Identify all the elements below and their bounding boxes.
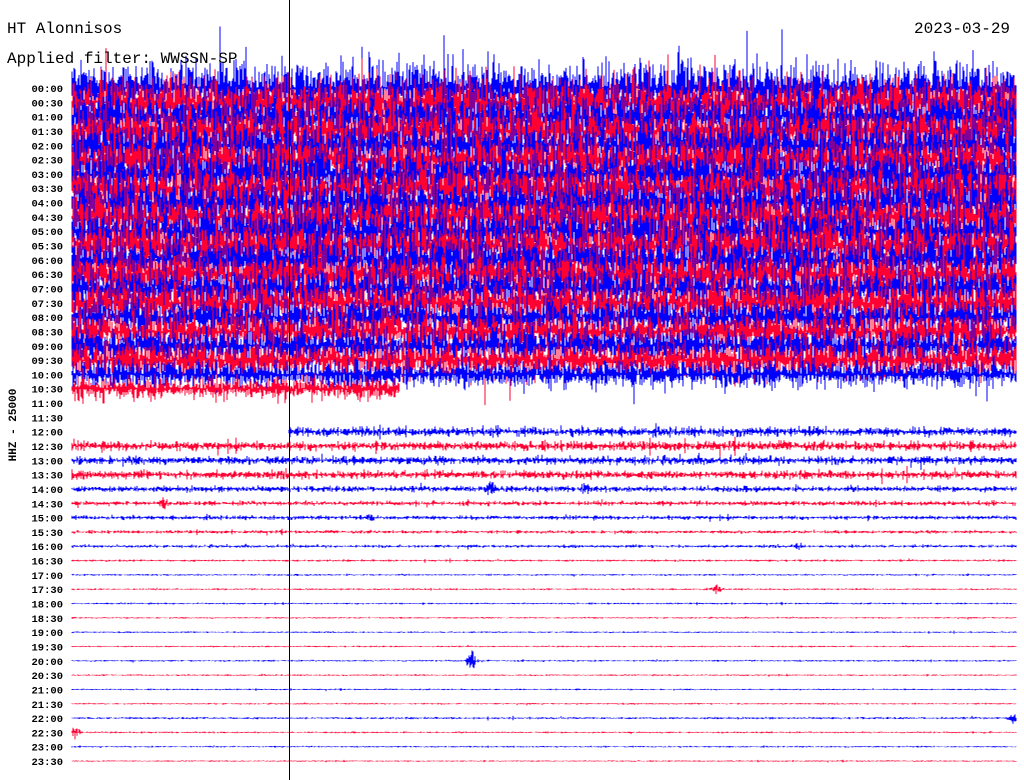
row-label: 22:30 <box>31 728 63 740</box>
trace-2100 <box>71 688 1017 692</box>
trace-2030 <box>71 673 1017 677</box>
row-label: 21:30 <box>31 700 63 712</box>
row-label: 02:00 <box>31 141 63 153</box>
trace-1500 <box>71 513 1017 522</box>
row-label: 04:00 <box>31 199 63 211</box>
row-label: 01:00 <box>31 113 63 125</box>
row-label: 01:30 <box>31 127 63 139</box>
row-label: 16:30 <box>31 557 63 569</box>
trace-1830 <box>71 616 1017 620</box>
row-label: 22:00 <box>31 714 63 726</box>
trace-1430 <box>71 497 1017 510</box>
filter-label: Applied filter: WWSSN-SP <box>7 50 238 68</box>
row-label: 15:00 <box>31 514 63 526</box>
row-label: 12:30 <box>31 442 63 454</box>
row-label: 20:30 <box>31 671 63 683</box>
channel-label: HHZ - 25000 <box>8 389 20 462</box>
trace-2130 <box>71 702 1017 706</box>
trace-1400 <box>71 481 1017 496</box>
row-label: 17:30 <box>31 585 63 597</box>
row-label: 20:00 <box>31 657 63 669</box>
row-label: 03:00 <box>31 170 63 182</box>
row-label: 06:00 <box>31 256 63 268</box>
date-label: 2023-03-29 <box>914 20 1011 38</box>
row-label: 12:00 <box>31 428 63 440</box>
trace-1600 <box>71 542 1017 550</box>
trace-1930 <box>71 644 1017 648</box>
trace-2200 <box>71 714 1017 724</box>
helicorder-plot: 00:00 00:30 01:00 01:30 02:00 02:30 03:00 03:30… <box>8 0 1017 780</box>
trace-2330 <box>71 759 1017 763</box>
row-label: 04:30 <box>31 213 63 225</box>
row-label: 18:30 <box>31 614 63 626</box>
row-label: 07:00 <box>31 284 63 296</box>
row-label: 00:00 <box>31 84 63 96</box>
row-label: 14:30 <box>31 499 63 511</box>
trace-1300 <box>71 452 1017 470</box>
row-label: 14:00 <box>31 485 63 497</box>
trace-1730 <box>71 584 1017 594</box>
station-title: HT Alonnisos <box>7 20 123 38</box>
trace-1800 <box>71 601 1017 606</box>
row-label: 23:30 <box>31 757 63 769</box>
row-label: 05:00 <box>31 227 63 239</box>
row-label: 19:30 <box>31 642 63 654</box>
row-label: 09:00 <box>31 342 63 354</box>
trace-1530 <box>71 528 1017 536</box>
row-label: 11:00 <box>31 399 63 411</box>
row-label: 08:00 <box>31 313 63 325</box>
row-label: 13:30 <box>31 471 63 483</box>
row-label: 16:00 <box>31 542 63 554</box>
row-label: 18:00 <box>31 600 63 612</box>
row-label: 00:30 <box>31 98 63 110</box>
row-label: 07:30 <box>31 299 63 311</box>
row-label: 17:00 <box>31 571 63 583</box>
trace-1700 <box>71 573 1017 577</box>
row-label: 10:30 <box>31 385 63 397</box>
row-label: 21:00 <box>31 685 63 697</box>
row-label: 03:30 <box>31 184 63 196</box>
trace-1630 <box>71 558 1017 563</box>
trace-2230 <box>71 727 1017 740</box>
trace-1200 <box>288 423 1017 440</box>
row-label: 19:00 <box>31 628 63 640</box>
row-labels: 00:00 00:30 01:00 01:30 02:00 02:30 03:00 03:30… <box>31 84 63 769</box>
row-label: 05:30 <box>31 242 63 254</box>
trace-1230 <box>71 436 1017 457</box>
trace-2000 <box>71 650 1017 669</box>
trace-2300 <box>71 745 1017 748</box>
row-label: 08:30 <box>31 327 63 339</box>
row-label: 06:30 <box>31 270 63 282</box>
row-label: 13:00 <box>31 456 63 468</box>
row-label: 11:30 <box>31 413 63 425</box>
trace-1900 <box>71 630 1017 634</box>
row-label: 10:00 <box>31 370 63 382</box>
row-label: 09:30 <box>31 356 63 368</box>
row-label: 02:30 <box>31 156 63 168</box>
trace-1330 <box>71 466 1017 485</box>
row-label: 15:30 <box>31 528 63 540</box>
row-label: 23:00 <box>31 743 63 755</box>
traces <box>71 26 1017 763</box>
